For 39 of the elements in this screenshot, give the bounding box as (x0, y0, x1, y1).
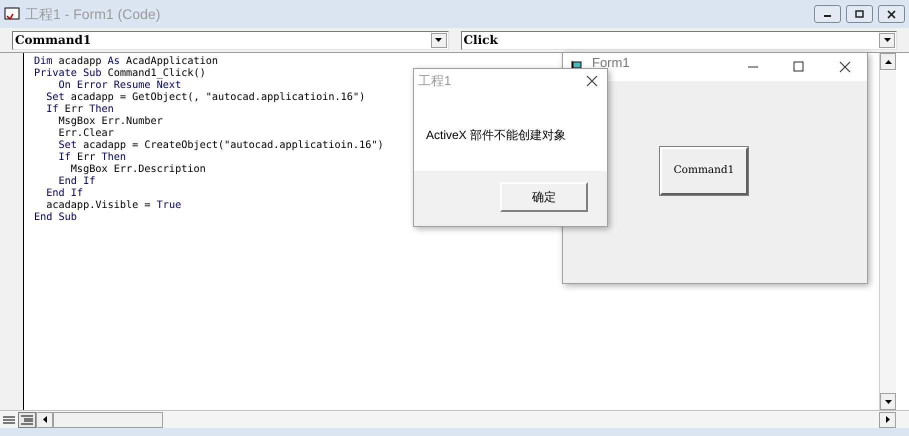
message-box-title: 工程1 (418, 72, 452, 90)
command-button[interactable]: Command1 (660, 147, 748, 195)
horizontal-scrollbar[interactable] (36, 412, 896, 428)
maximize-button[interactable] (846, 5, 873, 23)
code-line: Private Sub Command1_Click() (34, 68, 206, 80)
ok-button[interactable]: 确定 (500, 182, 588, 212)
code-line: Dim acadapp As AcadApplication (34, 56, 218, 68)
close-button[interactable] (878, 5, 905, 23)
maximize-icon[interactable] (793, 61, 805, 73)
close-icon (886, 10, 897, 18)
code-line: If Err Then (45, 104, 114, 116)
scroll-up-icon[interactable] (880, 53, 896, 70)
code-line: On Error Resume Next (58, 80, 182, 92)
scroll-thumb[interactable] (53, 412, 163, 428)
scroll-right-icon[interactable] (879, 412, 896, 428)
close-icon[interactable] (839, 61, 851, 73)
code-line: If Err Then (58, 152, 126, 164)
form-title: Form1 (592, 56, 630, 69)
maximize-icon (854, 10, 865, 18)
error-message: ActiveX 部件不能创建对象 (426, 128, 566, 142)
scroll-down-icon[interactable] (880, 393, 896, 410)
vertical-scrollbar[interactable] (879, 53, 896, 410)
code-line: MsgBox Err.Number (58, 116, 163, 128)
full-module-view-icon[interactable] (18, 412, 36, 428)
procedure-dropdown[interactable]: Click (460, 30, 897, 50)
code-line: MsgBox Err.Description (70, 164, 206, 176)
object-dropdown[interactable]: Command1 (12, 30, 448, 50)
code-line: Set acadapp = CreateObject("autocad.applicatioin.16") (58, 140, 384, 152)
code-line: Err.Clear (58, 128, 114, 140)
code-line: End If (45, 188, 84, 200)
code-line: End Sub (34, 212, 77, 224)
close-icon[interactable] (586, 75, 598, 87)
minimize-button[interactable] (814, 5, 841, 23)
window-title: 工程1 - Form1 (Code) (25, 4, 160, 24)
code-window-icon (4, 7, 20, 21)
code-line: acadapp.Visible = True (45, 200, 182, 212)
code-line: Set acadapp = GetObject(, "autocad.applicatioin.16") (45, 92, 366, 104)
code-line: End If (58, 176, 96, 188)
scroll-left-icon[interactable] (36, 412, 53, 428)
